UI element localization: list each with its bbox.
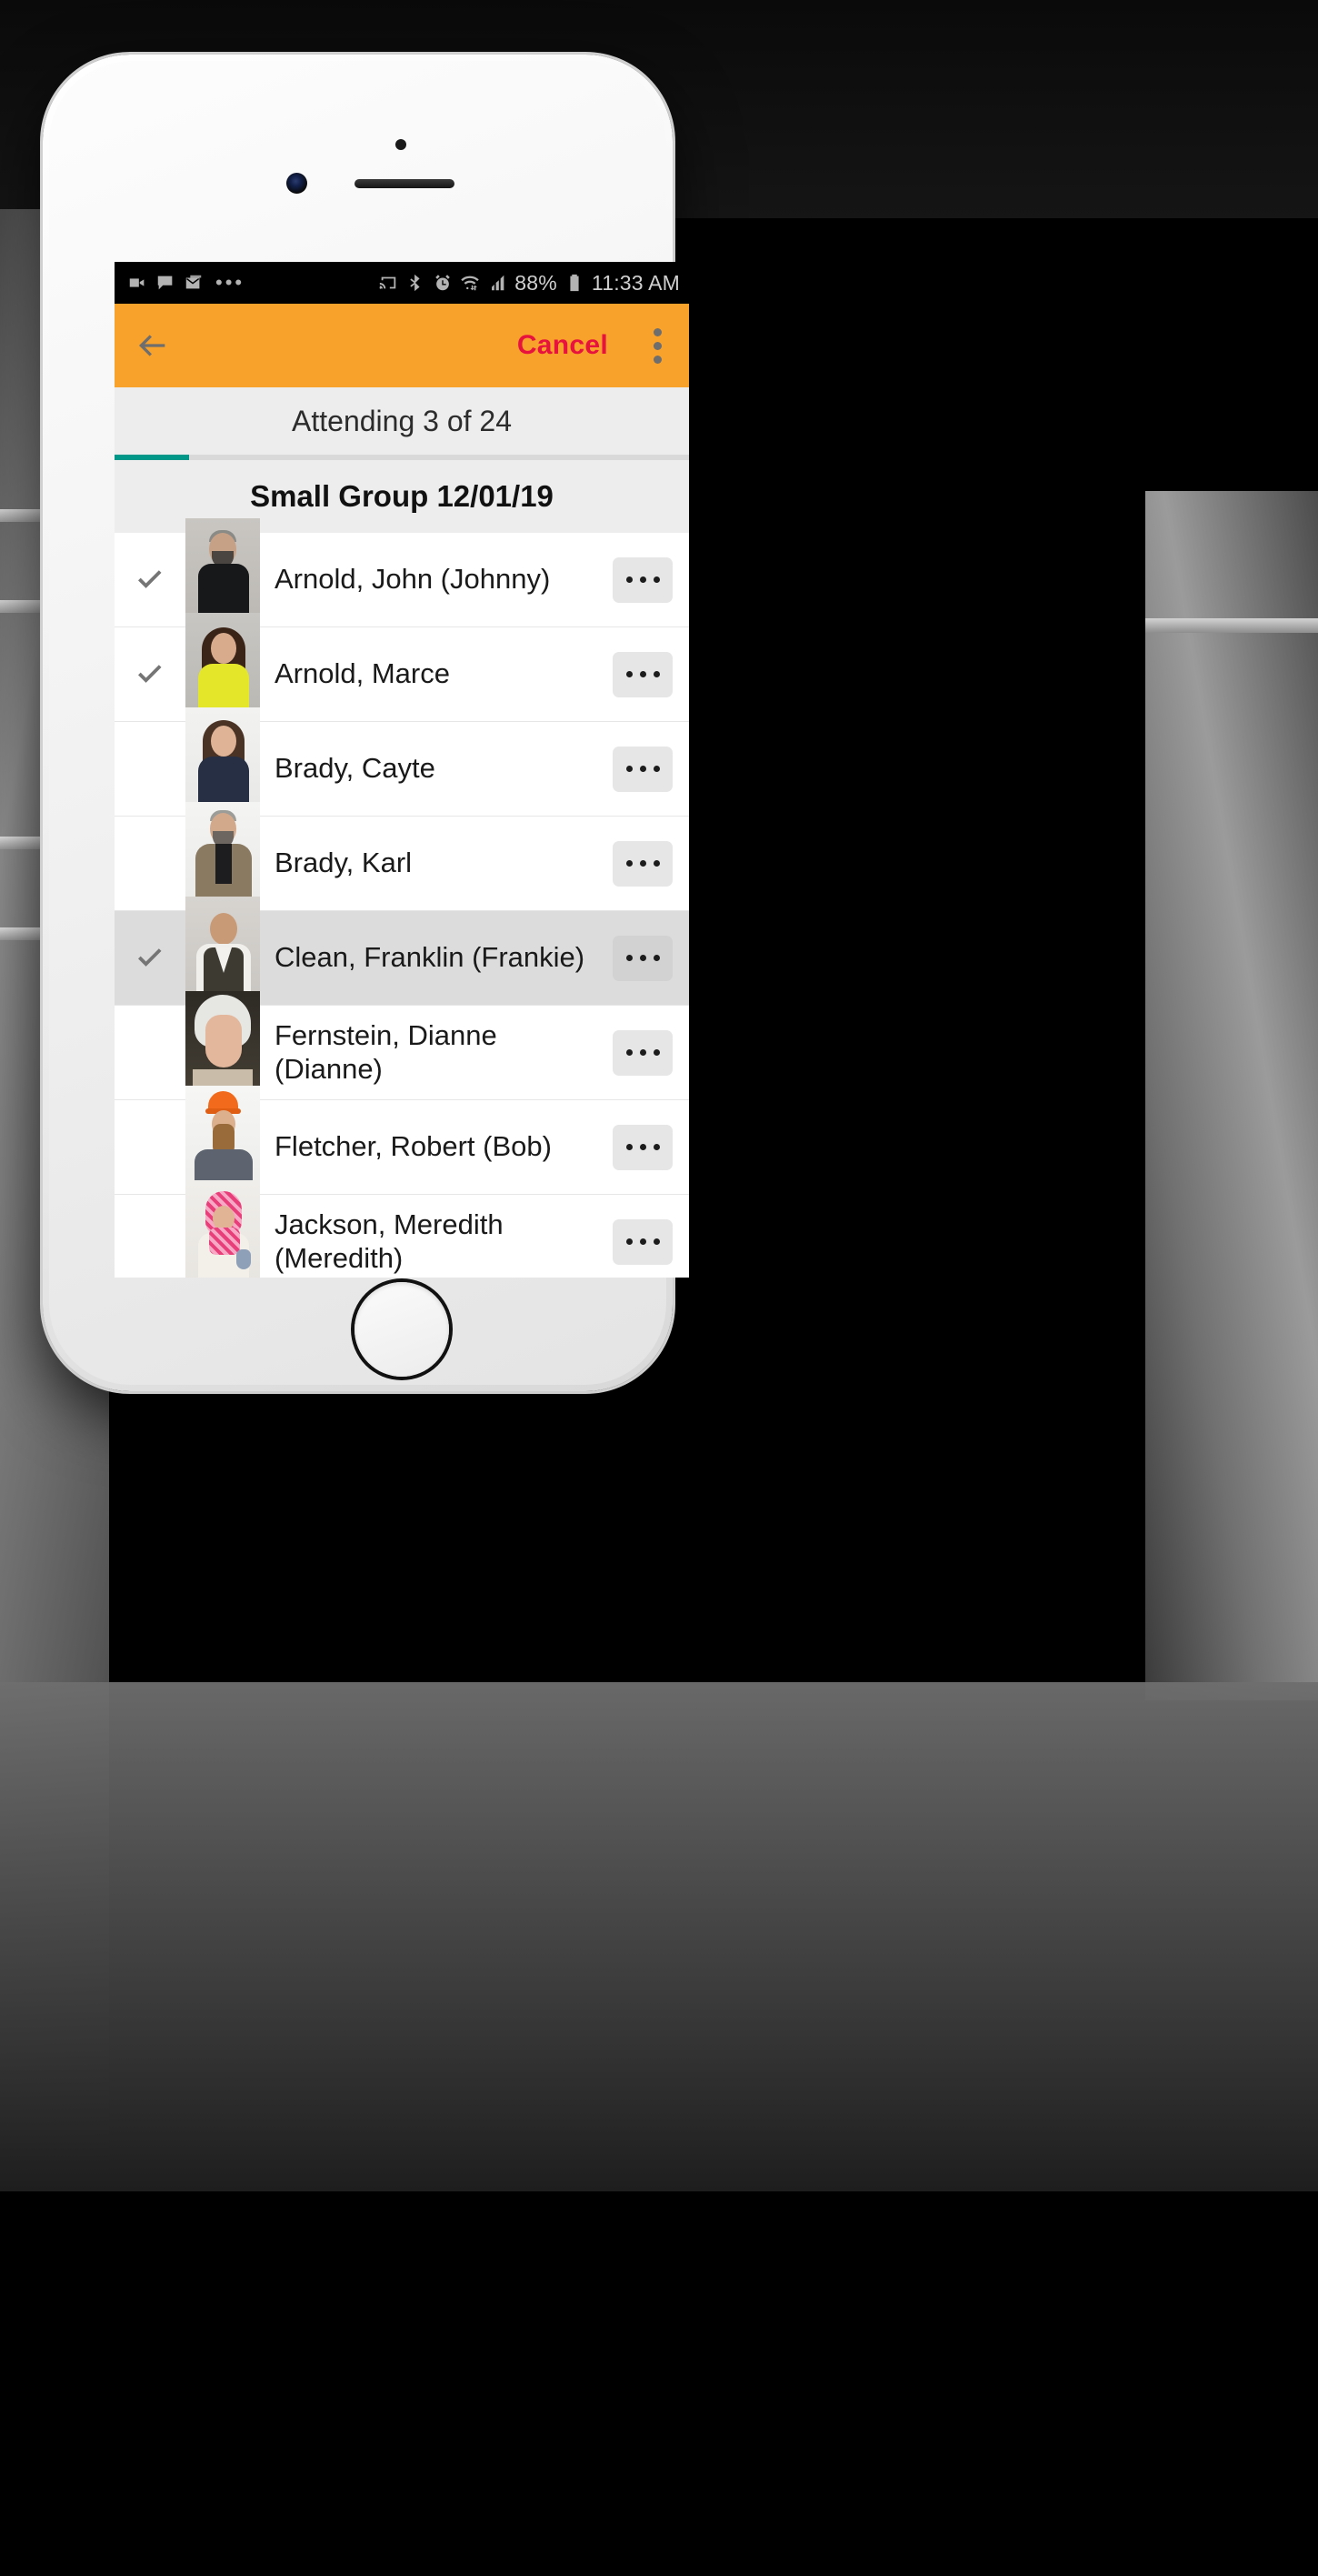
more-dot (653, 1144, 660, 1150)
status-bar: ••• 88% 11:33 AM (115, 262, 689, 304)
more-dot (653, 860, 660, 867)
more-dot (639, 860, 646, 867)
row-more-button[interactable] (613, 556, 673, 603)
attendance-checkbox[interactable] (115, 817, 185, 910)
attendance-check-icon (138, 569, 162, 588)
back-arrow-icon[interactable] (135, 327, 171, 364)
attendance-check-icon (138, 664, 162, 683)
table-row[interactable]: Jackson, Meredith (Meredith) (115, 1180, 689, 1278)
more-dot (653, 576, 660, 583)
person-name: Brady, Cayte (275, 752, 435, 785)
person-name: Arnold, Marce (275, 657, 450, 690)
more-dot (639, 1144, 646, 1150)
more-dot (625, 1238, 633, 1245)
person-name: Jackson, Meredith (Meredith) (275, 1208, 504, 1274)
row-more-button[interactable] (613, 1029, 673, 1076)
row-more-button[interactable] (613, 746, 673, 792)
attendance-check-icon (138, 947, 162, 967)
clock-label: 11:33 AM (591, 270, 680, 295)
more-dot (639, 955, 646, 961)
battery-percent-label: 88% (514, 270, 557, 295)
more-dot (653, 955, 660, 961)
more-dot (625, 576, 633, 583)
attendance-roster: Arnold, John (Johnny) Arnold, Marce Brady,… (115, 518, 689, 1278)
more-dot (653, 766, 660, 772)
attendance-checkbox[interactable] (115, 1195, 185, 1278)
kebab-dot (654, 355, 662, 364)
more-dot (625, 1049, 633, 1056)
home-button[interactable] (354, 1282, 449, 1377)
video-camera-icon (129, 278, 145, 287)
row-more-button[interactable] (613, 1124, 673, 1170)
battery-icon (570, 274, 579, 292)
signal-icon (492, 275, 504, 291)
more-dot (639, 1049, 646, 1056)
phone-device: ••• 88% 11:33 AM Cancel Attending 3 of 2… (43, 55, 689, 1391)
attendance-checkbox[interactable] (115, 722, 185, 816)
background-bottom (0, 1682, 1318, 2191)
chat-bubble-icon (157, 276, 173, 290)
row-more-button[interactable] (613, 651, 673, 697)
attendance-checkbox[interactable] (115, 1006, 185, 1099)
wifi-icon (461, 276, 479, 291)
row-more-button[interactable] (613, 1218, 673, 1265)
attendance-checkbox[interactable] (115, 1100, 185, 1194)
kebab-dot (654, 327, 662, 336)
more-dot (625, 860, 633, 867)
status-bar-system: 88% 11:33 AM (378, 271, 680, 296)
person-name: Fletcher, Robert (Bob) (275, 1130, 552, 1163)
row-more-button[interactable] (613, 840, 673, 887)
person-name: Fernstein, Dianne (Dianne) (275, 1018, 497, 1085)
phone-screen: ••• 88% 11:33 AM Cancel Attending 3 of 2… (115, 262, 689, 1278)
more-dot (639, 576, 646, 583)
page-title: Small Group 12/01/19 (250, 479, 554, 513)
attending-header: Attending 3 of 24 (115, 387, 689, 455)
status-bar-notifications: ••• (127, 273, 245, 293)
front-camera-icon (286, 173, 307, 194)
person-name: Brady, Karl (275, 847, 413, 879)
overflow-dots-icon: ••• (215, 271, 245, 294)
more-dot (625, 766, 633, 772)
more-dot (653, 671, 660, 677)
person-name: Arnold, John (Johnny) (275, 563, 551, 596)
kebab-dot (654, 341, 662, 350)
cancel-button[interactable]: Cancel (517, 330, 608, 361)
avatar (185, 1180, 260, 1278)
more-dot (625, 671, 633, 677)
person-name: Clean, Franklin (Frankie) (275, 941, 585, 974)
more-dot (625, 1144, 633, 1150)
more-dot (639, 766, 646, 772)
mail-icon (185, 275, 202, 289)
more-dot (653, 1049, 660, 1056)
avatar-portrait (185, 1180, 260, 1278)
more-dot (653, 1238, 660, 1245)
attending-count-label: Attending 3 of 24 (292, 404, 512, 437)
proximity-sensor-icon (395, 139, 406, 150)
more-dot (639, 671, 646, 677)
overflow-menu-icon[interactable] (646, 325, 669, 367)
attendance-checkbox[interactable] (115, 627, 185, 721)
cast-icon (379, 276, 396, 289)
attendance-checkbox[interactable] (115, 911, 185, 1005)
row-more-button[interactable] (613, 935, 673, 981)
earpiece-speaker (354, 179, 454, 188)
bluetooth-icon (410, 274, 420, 292)
alarm-icon (435, 275, 451, 291)
more-dot (625, 955, 633, 961)
attendance-checkbox[interactable] (115, 533, 185, 626)
background-right-panel (1145, 491, 1318, 1700)
app-bar: Cancel (115, 304, 689, 387)
more-dot (639, 1238, 646, 1245)
